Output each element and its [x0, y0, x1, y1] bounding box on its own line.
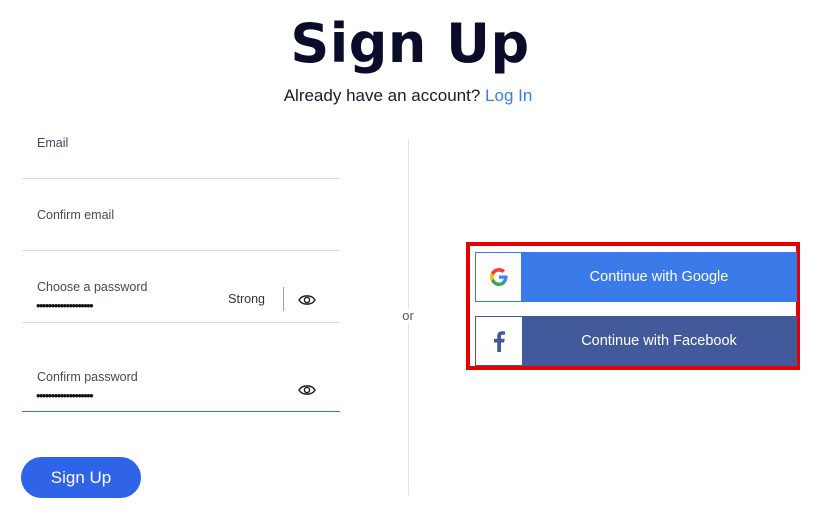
google-button-label: Continue with Google: [589, 269, 729, 285]
or-divider-label: or: [396, 308, 420, 323]
google-icon-box: [476, 253, 522, 301]
login-link[interactable]: Log In: [485, 86, 532, 105]
login-prompt: Already have an account? Log In: [0, 86, 816, 106]
confirm-password-value: •••••••••••••••••••: [36, 388, 94, 403]
confirm-password-field[interactable]: Confirm password •••••••••••••••••••: [22, 355, 340, 412]
facebook-icon-box: [476, 317, 522, 365]
strength-divider: [283, 287, 284, 311]
continue-with-google-button[interactable]: Continue with Google: [475, 252, 797, 302]
confirm-email-field[interactable]: Confirm email: [22, 194, 340, 251]
email-field[interactable]: Email: [22, 122, 340, 179]
facebook-icon: [494, 331, 505, 352]
show-confirm-password-icon[interactable]: [298, 383, 316, 397]
continue-with-facebook-button[interactable]: Continue with Facebook: [475, 316, 797, 366]
facebook-button-label: Continue with Facebook: [581, 333, 737, 349]
password-field[interactable]: Choose a password ••••••••••••••••••• St…: [22, 266, 340, 323]
confirm-password-label: Confirm password: [37, 370, 138, 384]
password-label: Choose a password: [37, 280, 148, 294]
password-value: •••••••••••••••••••: [36, 298, 94, 313]
page-title: Sign Up: [290, 12, 530, 75]
google-icon: [489, 268, 508, 286]
show-password-icon[interactable]: [298, 293, 316, 307]
email-label: Email: [37, 136, 69, 150]
password-strength-indicator: Strong: [228, 292, 265, 306]
confirm-email-label: Confirm email: [37, 208, 115, 222]
sign-up-button[interactable]: Sign Up: [21, 457, 141, 498]
login-prompt-text: Already have an account?: [283, 86, 481, 105]
